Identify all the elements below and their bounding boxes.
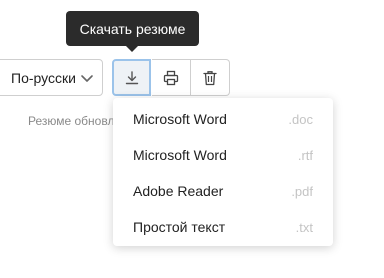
menu-item-label: Adobe Reader: [133, 183, 224, 199]
language-select-value: По-русски: [11, 69, 76, 86]
menu-item-label: Microsoft Word: [133, 111, 227, 127]
menu-item-label: Microsoft Word: [133, 147, 227, 163]
resume-updated-text: Резюме обновл: [28, 114, 115, 128]
printer-icon: [163, 70, 179, 85]
menu-item-extension: .txt: [295, 219, 313, 235]
menu-item-plain-text[interactable]: Простой текст .txt: [113, 209, 333, 245]
menu-item-word-doc[interactable]: Microsoft Word .doc: [113, 101, 333, 137]
menu-item-extension: .rtf: [297, 147, 313, 163]
chevron-down-icon: [81, 75, 93, 82]
language-select[interactable]: По-русски: [0, 59, 103, 96]
download-format-menu: Microsoft Word .doc Microsoft Word .rtf …: [113, 98, 333, 246]
trash-icon: [203, 70, 217, 85]
download-tooltip: Скачать резюме: [66, 11, 199, 46]
menu-item-word-rtf[interactable]: Microsoft Word .rtf: [113, 137, 333, 173]
tooltip-text: Скачать резюме: [79, 20, 186, 37]
menu-item-label: Простой текст: [133, 219, 226, 235]
menu-item-extension: .pdf: [291, 183, 313, 199]
download-icon: [125, 70, 138, 84]
delete-button[interactable]: [191, 59, 230, 96]
download-button[interactable]: [112, 59, 151, 96]
menu-item-pdf[interactable]: Adobe Reader .pdf: [113, 173, 333, 209]
print-button[interactable]: [152, 59, 191, 96]
menu-item-extension: .doc: [288, 111, 313, 127]
tooltip-arrow: [126, 46, 138, 52]
